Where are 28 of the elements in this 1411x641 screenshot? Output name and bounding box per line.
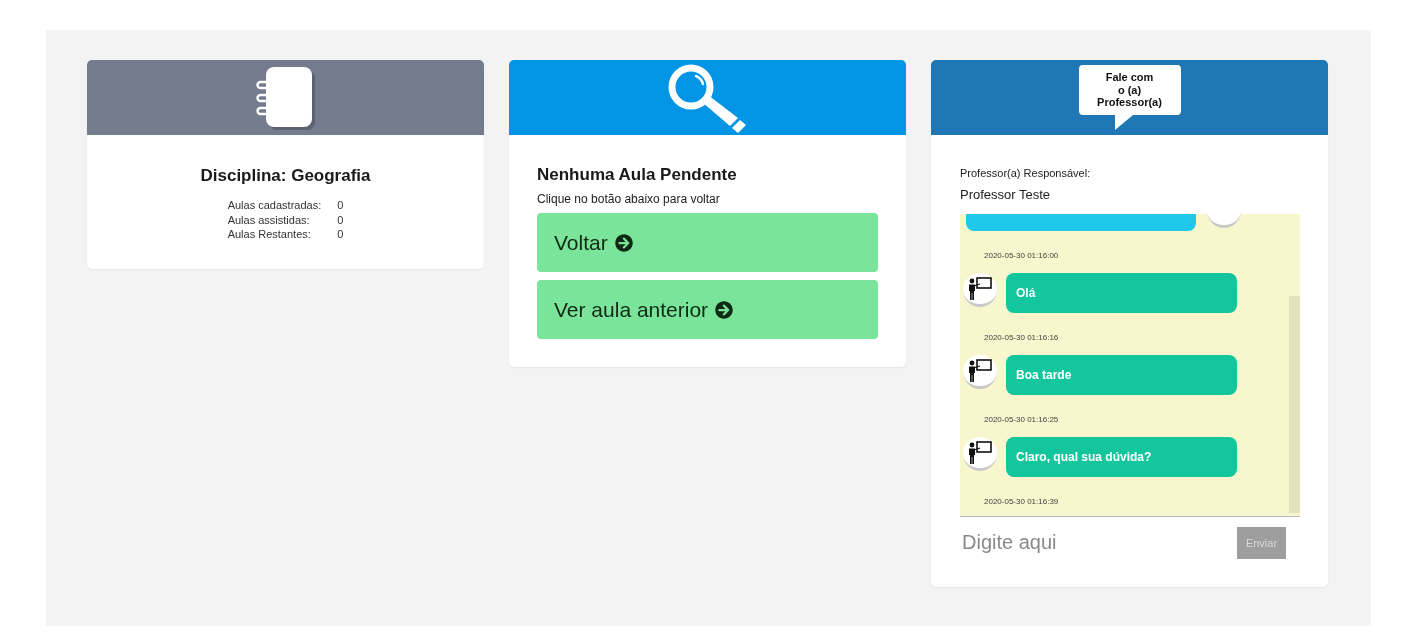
subject-title: Disciplina: Geografia	[199, 166, 372, 186]
nav-button[interactable]: Voltar	[537, 213, 878, 272]
teacher-avatar-icon	[963, 355, 997, 389]
stat-value: 0	[337, 227, 344, 242]
message-bubble: Claro, qual sua dúvida?	[1006, 437, 1237, 477]
nav-button[interactable]: Ver aula anterior	[537, 280, 878, 339]
speech-bubble: Fale com o (a) Professor(a)	[1078, 65, 1181, 130]
message-input[interactable]: Digite aqui	[960, 522, 1229, 562]
stat-label: Aulas Restantes:	[227, 227, 312, 242]
lesson-title: Nenhuma Aula Pendente	[537, 164, 738, 186]
avatar-icon	[1207, 214, 1241, 228]
teacher-name: Professor Teste	[960, 186, 1052, 203]
message-time: 2020-05-30 01:16:00	[984, 251, 1060, 261]
stat-value: 0	[337, 198, 344, 213]
message-time: 2020-05-30 01:16:16	[984, 333, 1060, 343]
message-time: 2020-05-30 01:16:25	[984, 415, 1060, 425]
stat-label: Aulas assistidas:	[227, 212, 311, 227]
stat-value: 0	[337, 212, 344, 227]
teacher-avatar-icon	[963, 437, 997, 471]
lesson-subtitle: Clique no botão abaixo para voltar	[537, 191, 721, 207]
teacher-avatar-icon	[963, 273, 997, 307]
message-bubble: Boa tarde	[1006, 355, 1237, 395]
teacher-label: Professor(a) Responsável:	[960, 166, 1092, 180]
message-time: 2020-05-30 01:16:39	[984, 497, 1060, 507]
notebook-icon	[255, 65, 316, 130]
scrollbar-thumb[interactable]	[1289, 296, 1300, 513]
stat-label: Aulas cadastradas:	[227, 198, 322, 213]
message-bubble: Olá	[1006, 273, 1237, 313]
